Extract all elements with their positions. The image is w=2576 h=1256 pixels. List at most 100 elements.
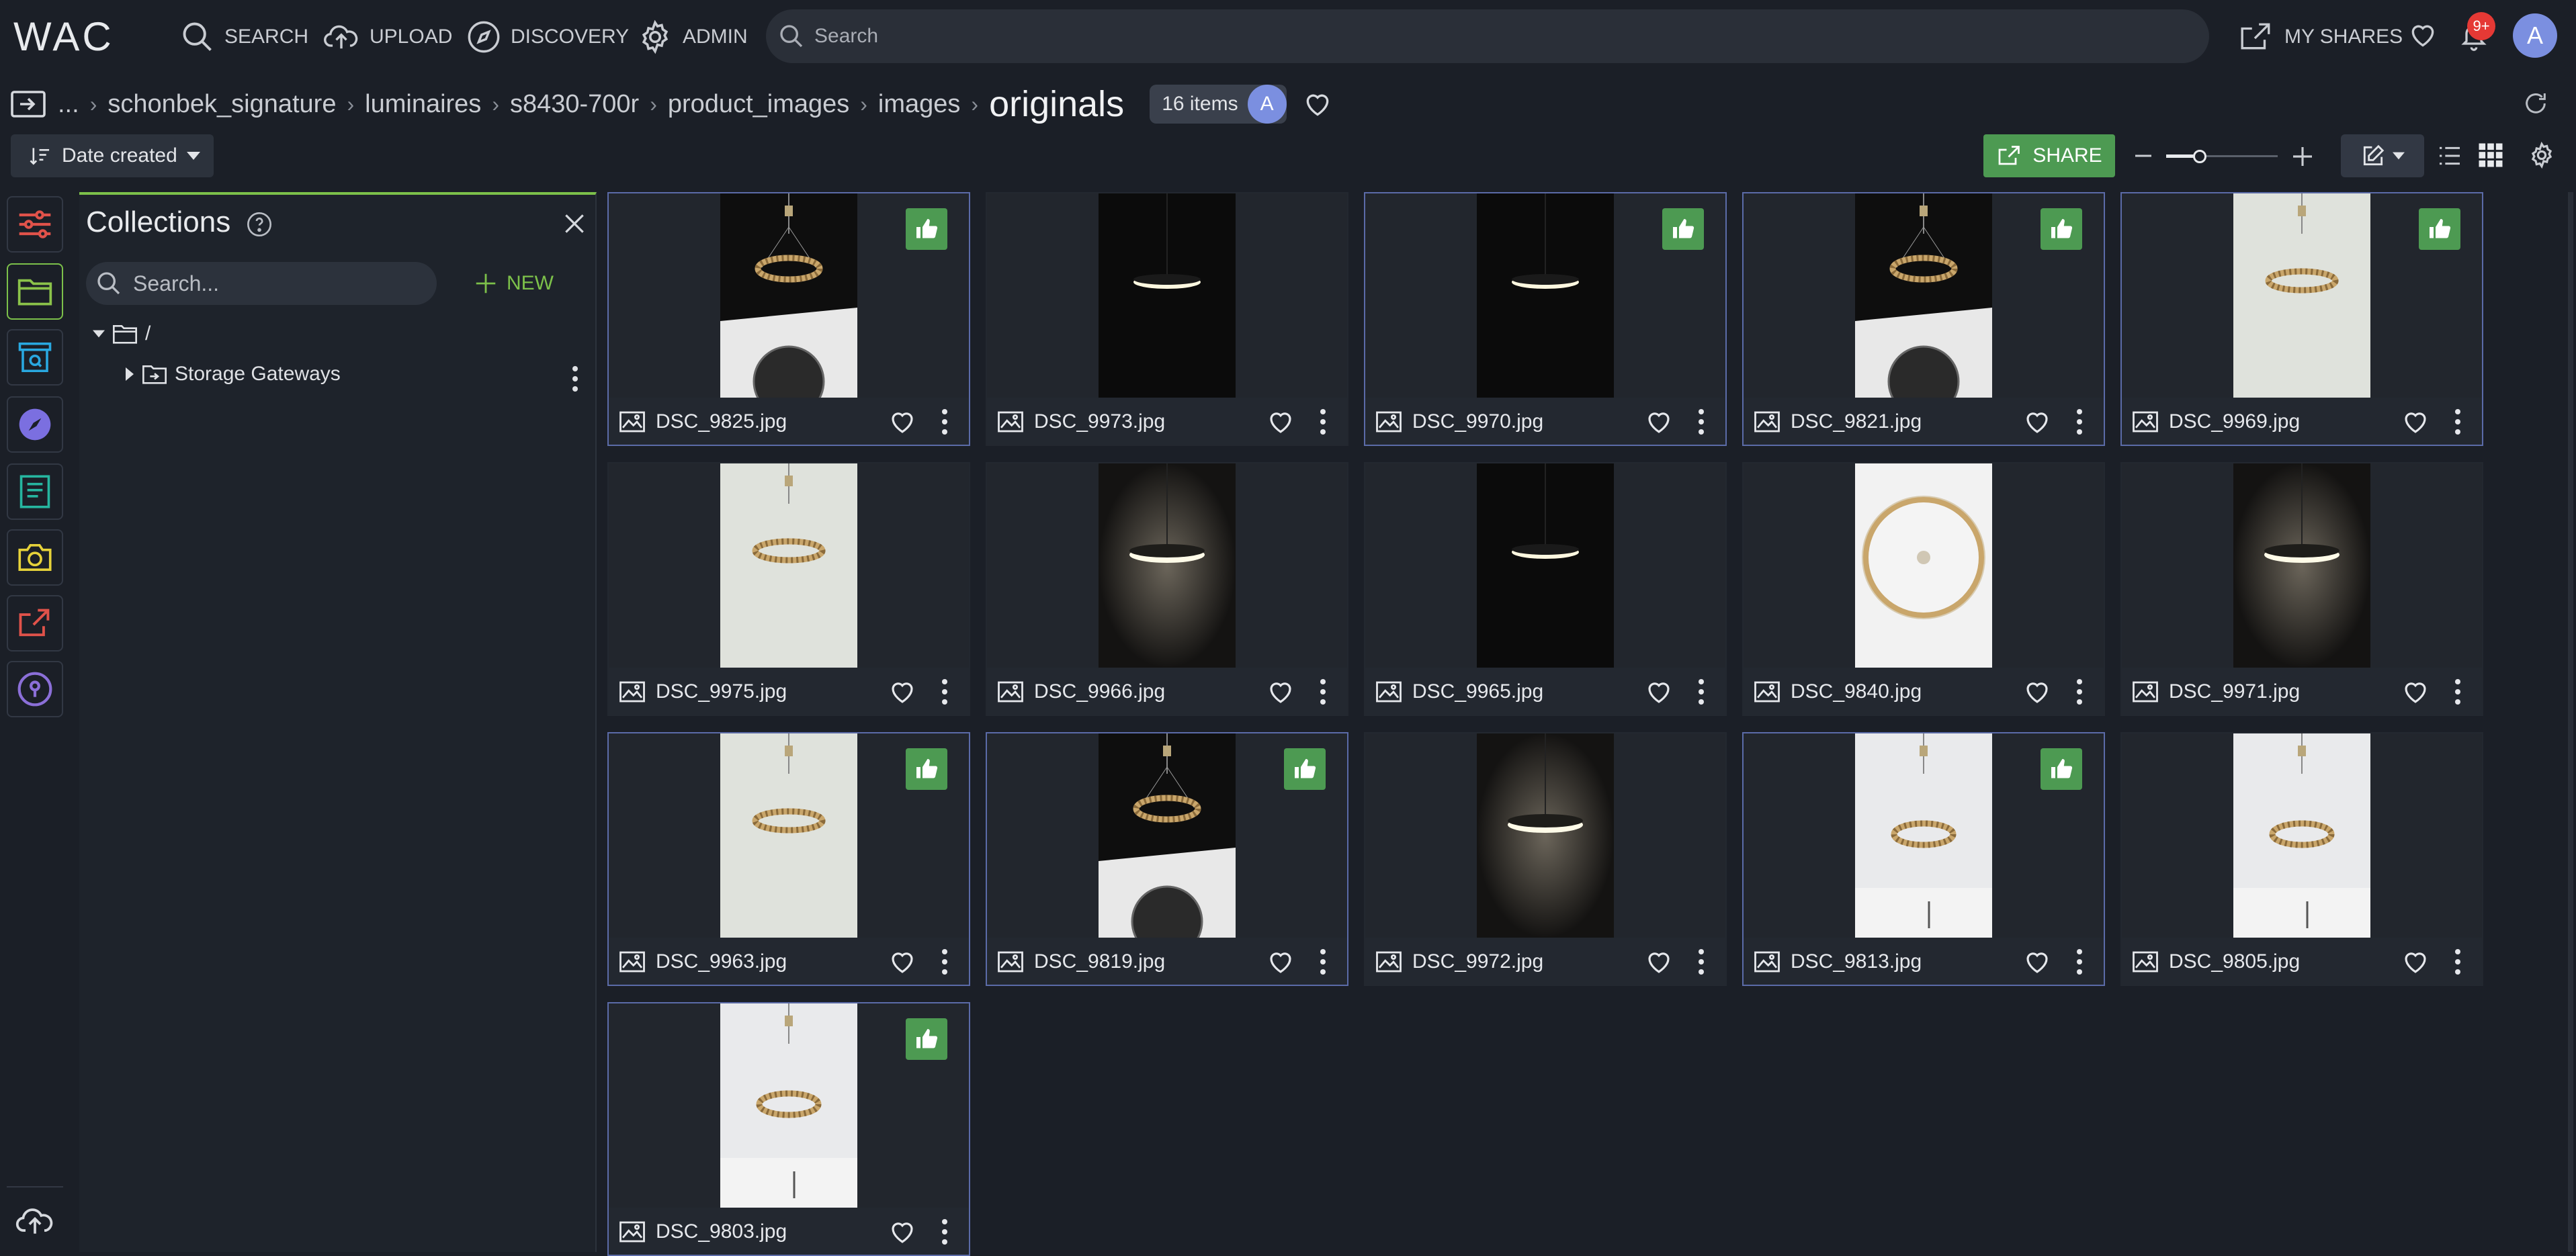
kebab-menu-icon[interactable] (941, 948, 949, 975)
zoom-slider-handle[interactable] (2193, 150, 2206, 163)
tree-root[interactable]: / (93, 322, 151, 345)
asset-thumbnail[interactable] (987, 193, 1347, 398)
heart-icon[interactable] (2401, 408, 2430, 436)
owner-avatar[interactable]: A (1247, 85, 1287, 124)
heart-icon[interactable] (1266, 948, 1295, 976)
app-logo[interactable]: WAC (13, 13, 114, 60)
kebab-menu-icon[interactable] (2075, 408, 2084, 435)
new-collection-button[interactable]: NEW (473, 265, 554, 302)
kebab-menu-icon[interactable] (941, 678, 949, 705)
asset-card[interactable]: DSC_9805.jpg (2120, 732, 2483, 986)
asset-card[interactable]: DSC_9975.jpg (607, 462, 970, 716)
breadcrumb-item[interactable]: s8430-700r (510, 90, 639, 119)
zoom-in-icon[interactable] (2288, 142, 2317, 171)
asset-card[interactable]: DSC_9813.jpg (1742, 732, 2105, 986)
rail-documents-button[interactable] (7, 463, 63, 520)
kebab-menu-icon[interactable] (1697, 408, 1705, 435)
kebab-menu-icon[interactable] (1319, 948, 1327, 975)
asset-card[interactable]: DSC_9966.jpg (986, 462, 1348, 716)
asset-card[interactable]: DSC_9963.jpg (607, 732, 970, 986)
sort-dropdown[interactable]: Date created (11, 134, 214, 177)
asset-thumbnail[interactable] (609, 193, 969, 398)
asset-thumbnail[interactable] (609, 1003, 969, 1208)
breadcrumb-item[interactable]: schonbek_signature (108, 90, 336, 119)
asset-thumbnail[interactable] (1744, 193, 2104, 398)
asset-thumbnail[interactable] (1744, 463, 2104, 668)
asset-card[interactable]: DSC_9819.jpg (986, 732, 1348, 986)
asset-filename[interactable]: DSC_9970.jpg (1412, 410, 1645, 433)
asset-thumbnail[interactable] (2122, 193, 2482, 398)
collections-search-input[interactable]: Search... (86, 262, 437, 305)
asset-thumbnail[interactable] (609, 733, 969, 938)
thumbs-up-icon[interactable] (2041, 208, 2082, 250)
asset-filename[interactable]: DSC_9966.jpg (1034, 680, 1266, 703)
breadcrumb-item[interactable]: images (878, 90, 961, 119)
kebab-menu-icon[interactable] (2075, 948, 2084, 975)
asset-card[interactable]: DSC_9803.jpg (607, 1002, 970, 1256)
favorite-folder-heart-icon[interactable] (1303, 89, 1332, 119)
asset-card[interactable]: DSC_9970.jpg (1364, 192, 1727, 446)
breadcrumb-item[interactable]: product_images (668, 90, 849, 119)
thumbs-up-icon[interactable] (1662, 208, 1704, 250)
asset-thumbnail[interactable] (2122, 463, 2482, 668)
breadcrumb-ellipsis[interactable]: ... (58, 90, 79, 119)
tree-item-storage-gateways[interactable]: Storage Gateways (125, 363, 341, 386)
heart-icon[interactable] (1266, 408, 1295, 436)
asset-card[interactable]: DSC_9969.jpg (2120, 192, 2483, 446)
thumbs-up-icon[interactable] (906, 748, 947, 790)
nav-upload[interactable]: UPLOAD (323, 19, 452, 55)
rail-filters-button[interactable] (7, 196, 63, 253)
asset-filename[interactable]: DSC_9803.jpg (656, 1220, 888, 1243)
asset-filename[interactable]: DSC_9819.jpg (1034, 950, 1266, 973)
rail-cloud-button[interactable] (7, 1193, 63, 1249)
heart-icon[interactable] (888, 408, 916, 436)
heart-icon[interactable] (1266, 678, 1295, 706)
favorites-heart-icon[interactable] (2408, 20, 2438, 50)
edit-mode-dropdown[interactable] (2341, 134, 2424, 177)
rail-folders-button[interactable] (7, 263, 63, 320)
global-search-input[interactable]: Search (766, 9, 2209, 63)
asset-filename[interactable]: DSC_9975.jpg (656, 680, 888, 703)
heart-icon[interactable] (2023, 678, 2051, 706)
asset-thumbnail[interactable] (987, 463, 1347, 668)
thumbs-up-icon[interactable] (2419, 208, 2460, 250)
kebab-menu-icon[interactable] (2454, 408, 2462, 435)
asset-card[interactable]: DSC_9965.jpg (1364, 462, 1727, 716)
user-avatar[interactable]: A (2513, 13, 2557, 58)
heart-icon[interactable] (888, 948, 916, 976)
kebab-menu-icon[interactable] (1319, 408, 1327, 435)
rail-archive-button[interactable] (7, 329, 63, 386)
kebab-menu-icon[interactable] (1319, 678, 1327, 705)
scrollbar[interactable] (2568, 192, 2573, 1252)
asset-filename[interactable]: DSC_9965.jpg (1412, 680, 1645, 703)
kebab-menu-icon[interactable] (941, 1218, 949, 1245)
asset-thumbnail[interactable] (609, 463, 969, 668)
heart-icon[interactable] (2023, 408, 2051, 436)
asset-thumbnail[interactable] (1365, 193, 1725, 398)
asset-card[interactable]: DSC_9971.jpg (2120, 462, 2483, 716)
kebab-menu-icon[interactable] (941, 408, 949, 435)
asset-card[interactable]: DSC_9973.jpg (986, 192, 1348, 446)
asset-card[interactable]: DSC_9825.jpg (607, 192, 970, 446)
asset-filename[interactable]: DSC_9825.jpg (656, 410, 888, 433)
asset-thumbnail[interactable] (987, 733, 1347, 938)
kebab-menu-icon[interactable] (2454, 678, 2462, 705)
caret-down-icon[interactable] (93, 329, 105, 339)
share-button[interactable]: SHARE (1983, 134, 2115, 177)
caret-right-icon[interactable] (125, 367, 134, 381)
heart-icon[interactable] (888, 678, 916, 706)
asset-filename[interactable]: DSC_9805.jpg (2169, 950, 2401, 973)
thumbs-up-icon[interactable] (1284, 748, 1326, 790)
asset-card[interactable]: DSC_9840.jpg (1742, 462, 2105, 716)
thumbs-up-icon[interactable] (906, 1018, 947, 1060)
view-settings-gear-icon[interactable] (2528, 141, 2556, 169)
heart-icon[interactable] (2401, 678, 2430, 706)
asset-thumbnail[interactable] (1744, 733, 2104, 938)
asset-filename[interactable]: DSC_9971.jpg (2169, 680, 2401, 703)
asset-thumbnail[interactable] (1365, 733, 1725, 938)
asset-filename[interactable]: DSC_9963.jpg (656, 950, 888, 973)
nav-search[interactable]: SEARCH (180, 19, 308, 55)
heart-icon[interactable] (2023, 948, 2051, 976)
kebab-menu-icon[interactable] (2075, 678, 2084, 705)
thumbs-up-icon[interactable] (2041, 748, 2082, 790)
